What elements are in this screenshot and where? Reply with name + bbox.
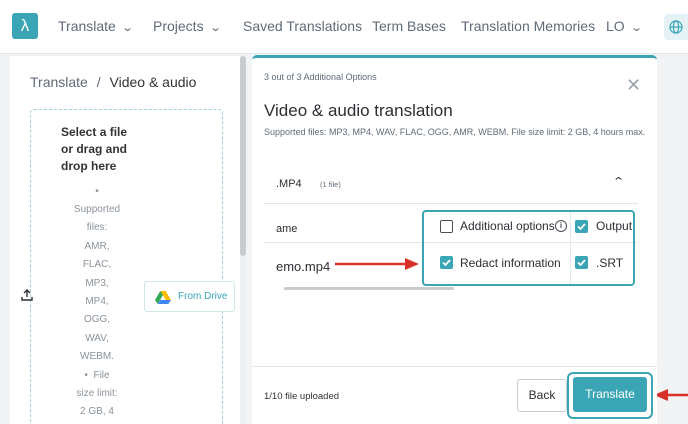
upload-panel: Translate / Video & audio Select a file …: [10, 56, 246, 424]
nav-translate-label: Translate: [58, 18, 116, 34]
info-icon[interactable]: i: [555, 220, 567, 232]
req-line: OGG,: [83, 314, 111, 326]
req-line: MP4,: [85, 296, 109, 308]
file-count: (1 file): [320, 180, 341, 189]
format-label: .MP4: [276, 178, 302, 190]
top-navigation: λ Translate ⌄ Projects ⌄ Saved Translation…: [0, 0, 688, 54]
bullet: •: [95, 186, 99, 197]
req-line: Supported: [73, 204, 121, 215]
nav-user-menu[interactable]: LO ⌄: [606, 18, 643, 34]
close-icon[interactable]: ✕: [626, 76, 641, 94]
nav-saved-translations-label: Saved Translations: [243, 18, 363, 34]
check-icon: [442, 259, 451, 267]
table-scrollbar[interactable]: [284, 287, 454, 290]
logo-glyph: λ: [20, 16, 30, 35]
req-line: FLAC,: [82, 259, 112, 271]
from-drive-button[interactable]: From Drive: [144, 281, 235, 312]
req-line: AMR,: [84, 240, 110, 252]
chevron-down-icon: ⌄: [208, 22, 222, 34]
req-line: WAV,: [85, 332, 109, 344]
nav-projects-label: Projects: [153, 18, 204, 34]
dropzone-requirements: • Supported files: AMR, FLAC, MP3, MP4, …: [69, 183, 125, 422]
output-label: Output: [596, 219, 633, 233]
req-line: files:: [86, 222, 108, 234]
req-line: MP3,: [85, 277, 109, 289]
check-icon: [577, 223, 586, 231]
additional-options-label: Additional options: [460, 219, 555, 233]
column-divider: [570, 212, 571, 284]
dropzone-title: Select a file or drag and drop here: [61, 125, 128, 173]
breadcrumb-separator: /: [96, 74, 101, 90]
req-line: File: [93, 369, 110, 381]
additional-options-checkbox[interactable]: [440, 220, 453, 233]
annotation-arrow-left: [654, 389, 688, 401]
annotation-arrow-right: [335, 258, 419, 270]
chevron-up-icon[interactable]: ⌃: [612, 175, 625, 188]
nav-projects[interactable]: Projects ⌄: [153, 18, 222, 34]
output-checkbox[interactable]: [575, 220, 588, 233]
chevron-down-icon: ⌄: [121, 22, 134, 34]
name-column-header: ame: [276, 223, 298, 235]
limit-first-line: • File: [69, 367, 125, 385]
supported-files-text: Supported files: MP3, MP4, WAV, FLAC, OG…: [264, 127, 646, 137]
nav-translation-memories-label: Translation Memories: [461, 18, 596, 34]
app-logo[interactable]: λ: [12, 13, 38, 39]
upload-status: 1/10 file uploaded: [264, 391, 340, 402]
req-line: WEBM.: [80, 351, 114, 363]
nav-term-bases-label: Term Bases: [372, 18, 446, 34]
language-button[interactable]: [664, 14, 688, 40]
file-name: emo.mp4: [276, 259, 331, 274]
step-indicator: 3 out of 3 Additional Options: [264, 72, 377, 82]
chevron-down-icon: ⌄: [629, 22, 643, 34]
bullet: •: [84, 369, 88, 381]
redact-information-label: Redact information: [460, 256, 561, 270]
upload-icon: [21, 289, 33, 301]
nav-translation-memories[interactable]: Translation Memories: [461, 18, 595, 34]
breadcrumb-current: Video & audio: [109, 74, 197, 90]
nav-term-bases[interactable]: Term Bases: [372, 18, 446, 34]
nav-translate[interactable]: Translate ⌄: [58, 18, 134, 34]
req-line: 2 GB, 4: [80, 406, 114, 418]
left-scrollbar-thumb[interactable]: [240, 56, 246, 256]
back-button[interactable]: Back: [517, 379, 567, 412]
globe-icon: [669, 20, 683, 34]
req-line: size limit:: [76, 388, 118, 400]
from-drive-label: From Drive: [178, 291, 228, 302]
srt-label: .SRT: [596, 256, 624, 270]
srt-checkbox[interactable]: [575, 256, 588, 269]
nav-user-label: LO: [606, 18, 625, 34]
modal-title: Video & audio translation: [264, 101, 453, 120]
check-icon: [577, 259, 586, 267]
file-dropzone[interactable]: Select a file or drag and drop here • Su…: [30, 109, 223, 424]
breadcrumb-root[interactable]: Translate: [30, 74, 88, 90]
format-section-header[interactable]: .MP4 (1 file) ⌃: [264, 161, 638, 204]
translate-button[interactable]: Translate: [573, 377, 647, 412]
google-drive-icon: [155, 291, 171, 304]
breadcrumb: Translate / Video & audio: [30, 74, 196, 90]
nav-saved-translations[interactable]: Saved Translations: [243, 18, 362, 34]
redact-information-checkbox[interactable]: [440, 256, 453, 269]
